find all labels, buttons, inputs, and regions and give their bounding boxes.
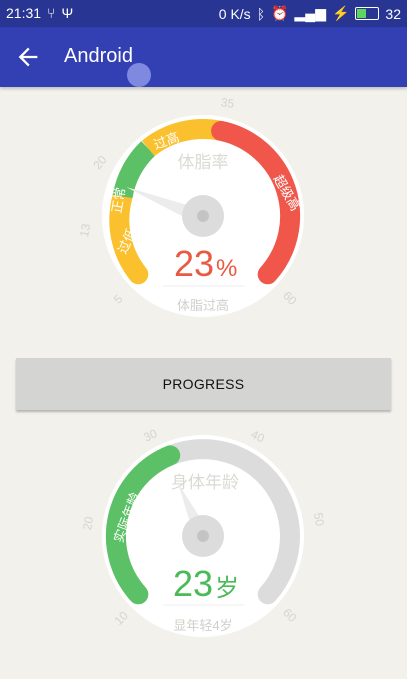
progress-button[interactable]: PROGRESS (16, 358, 391, 410)
body-fat-unit: % (216, 255, 237, 282)
tick-label-50: 50 (311, 512, 327, 528)
body-fat-caption: 体脂过高 (177, 298, 229, 313)
tick-label-60: 60 (280, 288, 300, 308)
tick-label-30: 30 (141, 426, 159, 444)
body-fat-title: 体脂率 (178, 153, 229, 172)
tick-label-35: 35 (220, 95, 235, 111)
alarm-icon: ⏰ (271, 5, 289, 21)
net-speed: 0 K/s (218, 5, 251, 22)
tick-label-10: 10 (111, 608, 131, 628)
battery-icon (355, 7, 380, 20)
app-bar: Android (0, 27, 407, 87)
tick-label-20: 20 (80, 515, 96, 531)
tick-label-60: 60 (280, 605, 300, 625)
touch-ripple (127, 63, 151, 87)
back-arrow-icon[interactable] (14, 43, 42, 71)
body-fat-gauge: 过低 正常 过高 超级高 5 13 20 35 60 体脂率 23 % 体脂过高 (0, 95, 407, 335)
status-time: 21:31 (6, 5, 42, 21)
signal-icon: ▂▄▆ (294, 5, 326, 21)
tick-label-40: 40 (249, 427, 267, 445)
app-title: Android (64, 45, 133, 67)
tick-label-20: 20 (90, 153, 110, 172)
status-bar: 21:31 ⑂ Ψ 0 K/s ᛒ ⏰ ▂▄▆ ⚡ 32 (0, 0, 407, 27)
tick-label-13: 13 (77, 222, 93, 238)
body-age-unit: 岁 (215, 575, 239, 602)
body-fat-value: 23 (174, 243, 214, 284)
body-age-value: 23 (173, 563, 213, 604)
charging-icon: ⚡ (331, 5, 350, 21)
body-age-caption: 显年轻4岁 (173, 618, 232, 633)
battery-level: 32 (385, 5, 401, 22)
tick-label-5: 5 (111, 292, 126, 307)
body-age-gauge: 实际年龄 10 20 30 40 50 60 身体年龄 23 岁 显年轻4岁 (0, 418, 407, 658)
bluetooth-icon: ᛒ (256, 5, 266, 22)
usb-icon: Ψ (61, 5, 74, 21)
share-icon: ⑂ (47, 5, 56, 21)
